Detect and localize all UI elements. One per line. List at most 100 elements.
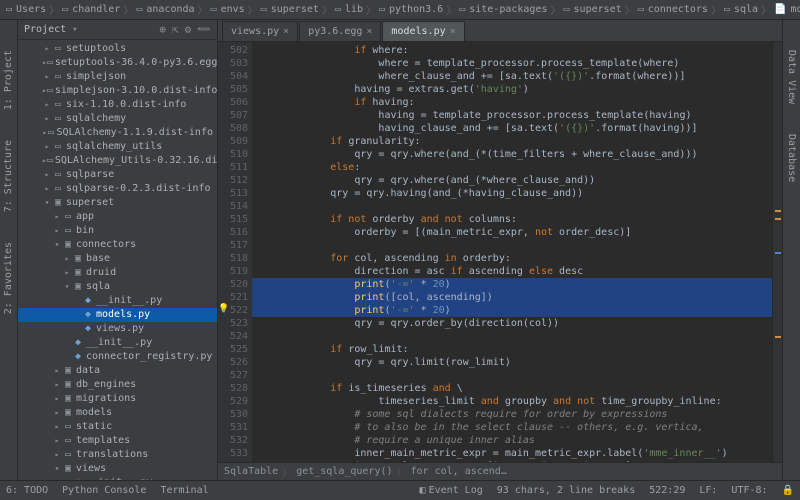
tree-arrow-icon[interactable]: ▸ xyxy=(62,252,72,266)
code-line[interactable]: # to also be in the select clause -- oth… xyxy=(252,421,772,434)
code-line[interactable]: qry = qry.where(and_(*(time_filters + wh… xyxy=(252,148,772,161)
breadcrumb-segment[interactable]: lib xyxy=(345,4,363,15)
code-line[interactable]: if is_timeseries and \ xyxy=(252,382,772,395)
breadcrumb-segment[interactable]: Users xyxy=(16,4,46,15)
hide-icon[interactable]: ➖ xyxy=(197,23,211,36)
tree-node[interactable]: ▸▣migrations xyxy=(18,392,217,406)
tree-node[interactable]: ▸▭templates xyxy=(18,434,217,448)
breadcrumb-segment[interactable]: models.py xyxy=(791,4,800,15)
code-line[interactable]: if having: xyxy=(252,96,772,109)
tool-window-tab[interactable]: Data View xyxy=(786,50,797,104)
tool-window-tab[interactable]: Database xyxy=(786,134,797,182)
breadcrumb-segment[interactable]: connectors xyxy=(648,4,708,15)
tree-arrow-icon[interactable]: ▸ xyxy=(42,140,52,154)
tree-arrow-icon[interactable]: ▸ xyxy=(42,70,52,84)
tree-arrow-icon[interactable]: ▸ xyxy=(42,112,52,126)
tree-arrow-icon[interactable]: ▸ xyxy=(52,406,62,420)
tree-node[interactable]: ◆views.py xyxy=(18,322,217,336)
tree-arrow-icon[interactable]: ▸ xyxy=(42,168,52,182)
breadcrumb-segment[interactable]: site-packages xyxy=(469,4,547,15)
tree-arrow-icon[interactable]: ▾ xyxy=(52,462,62,476)
code-line[interactable]: if not orderby and not columns: xyxy=(252,213,772,226)
statusbar-item[interactable]: 6: TODO xyxy=(6,485,48,496)
close-icon[interactable]: × xyxy=(283,26,289,37)
intention-bulb-icon[interactable]: 💡 xyxy=(218,304,228,317)
tree-node[interactable]: ▸▭sqlalchemy xyxy=(18,112,217,126)
tree-node[interactable]: ▸▭six-1.10.0.dist-info xyxy=(18,98,217,112)
close-icon[interactable]: × xyxy=(366,26,372,37)
tree-arrow-icon[interactable]: ▸ xyxy=(42,182,52,196)
tree-node[interactable]: ▸▭sqlalchemy_utils xyxy=(18,140,217,154)
statusbar-info[interactable]: 93 chars, 2 line breaks xyxy=(497,485,635,496)
editor-crumb[interactable]: get_sqla_query() xyxy=(296,466,392,477)
code-line[interactable]: for col, ascending in orderby: xyxy=(252,252,772,265)
code-line[interactable]: # require a unique inner alias xyxy=(252,434,772,447)
code-line[interactable] xyxy=(252,239,772,252)
tree-arrow-icon[interactable]: ▸ xyxy=(62,266,72,280)
tree-arrow-icon[interactable]: ▾ xyxy=(42,196,52,210)
tree-arrow-icon[interactable]: ▸ xyxy=(52,210,62,224)
statusbar-item[interactable]: ◧Event Log xyxy=(420,485,483,496)
statusbar-info[interactable]: 522:29 xyxy=(649,485,685,496)
tree-arrow-icon[interactable]: ▸ xyxy=(52,224,62,238)
tree-node[interactable]: ◆__init__.py xyxy=(18,336,217,350)
tool-window-tab[interactable]: 1: Project xyxy=(3,50,14,110)
tree-node[interactable]: ▸▣db_engines xyxy=(18,378,217,392)
code-line[interactable]: where_clause_and += [sa.text('({})'.form… xyxy=(252,70,772,83)
tree-arrow-icon[interactable]: ▾ xyxy=(62,280,72,294)
code-line[interactable]: having = template_processor.process_temp… xyxy=(252,109,772,122)
tree-arrow-icon[interactable]: ▸ xyxy=(42,98,52,112)
chevron-down-icon[interactable]: ▾ xyxy=(72,25,77,35)
code-line[interactable]: orderby = [(main_metric_expr, not order_… xyxy=(252,226,772,239)
tool-window-tab[interactable]: 2: Favorites xyxy=(3,242,14,314)
code-line[interactable]: where = template_processor.process_templ… xyxy=(252,57,772,70)
code-line[interactable]: print('-=' * 20) xyxy=(252,304,772,317)
target-icon[interactable]: ⊕ xyxy=(159,23,166,36)
tree-node[interactable]: ◆__init__.py xyxy=(18,294,217,308)
code-line[interactable] xyxy=(252,200,772,213)
code-line[interactable]: qry = qry.having(and_(*having_clause_and… xyxy=(252,187,772,200)
tree-node[interactable]: ▸▭SQLAlchemy-1.1.9.dist-info xyxy=(18,126,217,140)
code-line[interactable]: timeseries_limit and groupby and not tim… xyxy=(252,395,772,408)
code-line[interactable]: if row_limit: xyxy=(252,343,772,356)
project-tree[interactable]: ▸▭setuptools▸▭setuptools-36.4.0-py3.6.eg… xyxy=(18,40,217,480)
marker-bar[interactable] xyxy=(772,42,782,462)
close-icon[interactable]: × xyxy=(450,26,456,37)
code-line[interactable] xyxy=(252,330,772,343)
tree-node[interactable]: ▸▭setuptools-36.4.0-py3.6.egg-info xyxy=(18,56,217,70)
tree-node[interactable]: ▸▭bin xyxy=(18,224,217,238)
tree-node[interactable]: ▸▭app xyxy=(18,210,217,224)
tree-node[interactable]: ▸▣models xyxy=(18,406,217,420)
lock-icon[interactable]: 🔒 xyxy=(782,485,794,496)
tree-node[interactable]: ▾▣sqla xyxy=(18,280,217,294)
tree-node[interactable]: ◆__init__.py xyxy=(18,476,217,480)
tree-node[interactable]: ▸▣druid xyxy=(18,266,217,280)
tree-arrow-icon[interactable]: ▸ xyxy=(52,392,62,406)
tree-node[interactable]: ◆connector_registry.py xyxy=(18,350,217,364)
gear-icon[interactable]: ⚙ xyxy=(185,23,192,36)
breadcrumb-segment[interactable]: superset xyxy=(574,4,622,15)
tree-node[interactable]: ▸▭translations xyxy=(18,448,217,462)
tree-node[interactable]: ◆models.py xyxy=(18,308,217,322)
code-line[interactable]: having = extras.get('having') xyxy=(252,83,772,96)
editor-breadcrumb[interactable]: SqlaTable〉get_sqla_query()〉for col, asce… xyxy=(218,462,782,480)
tree-node[interactable]: ▾▣superset xyxy=(18,196,217,210)
tree-arrow-icon[interactable]: ▸ xyxy=(42,42,52,56)
code-line[interactable] xyxy=(252,369,772,382)
tree-node[interactable]: ▸▣base xyxy=(18,252,217,266)
tree-node[interactable]: ▾▣views xyxy=(18,462,217,476)
code-line[interactable]: # some sql dialects require for order by… xyxy=(252,408,772,421)
tree-node[interactable]: ▸▭sqlparse-0.2.3.dist-info xyxy=(18,182,217,196)
tree-arrow-icon[interactable]: ▸ xyxy=(52,378,62,392)
breadcrumb-segment[interactable]: sqla xyxy=(734,4,758,15)
code-line[interactable]: having_clause_and += [sa.text('({})'.for… xyxy=(252,122,772,135)
breadcrumb-segment[interactable]: envs xyxy=(221,4,245,15)
code-line[interactable]: qry = qry.where(and_(*where_clause_and)) xyxy=(252,174,772,187)
tree-arrow-icon[interactable]: ▸ xyxy=(52,420,62,434)
statusbar-item[interactable]: Terminal xyxy=(160,485,208,496)
statusbar-info[interactable]: LF: xyxy=(699,485,717,496)
code-line[interactable]: print('-=' * 20) xyxy=(252,278,772,291)
editor-tab[interactable]: models.py× xyxy=(382,21,464,41)
breadcrumb-segment[interactable]: anaconda xyxy=(146,4,194,15)
editor-tab[interactable]: py3.6.egg× xyxy=(299,21,381,41)
